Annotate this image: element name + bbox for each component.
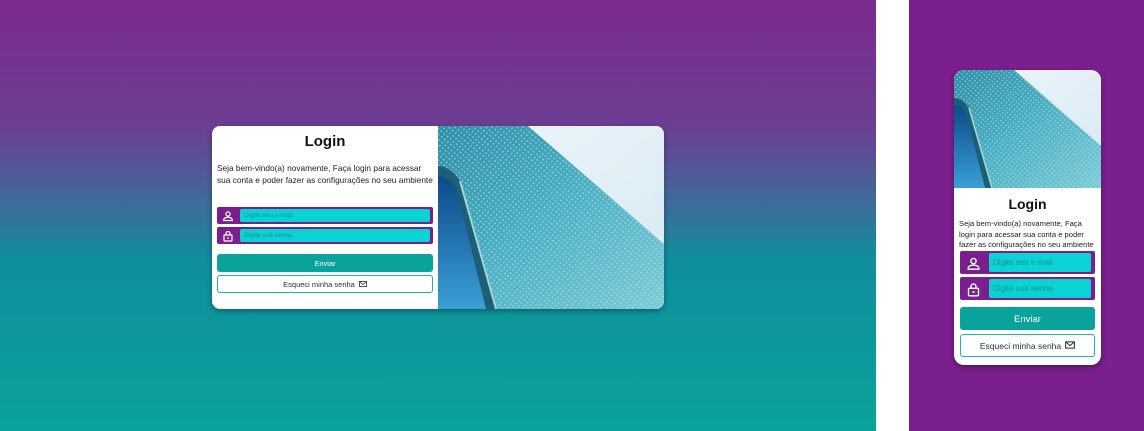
password-field-group (960, 277, 1095, 300)
login-form-mobile: Login Seja bem-vindo(a) novamente, Faça … (954, 188, 1101, 365)
password-field[interactable] (989, 279, 1091, 298)
intro-text: Seja bem-vindo(a) novamente, Faça login … (217, 163, 433, 185)
email-field[interactable] (989, 253, 1091, 272)
forgot-password-label: Esqueci minha senha (979, 340, 1062, 351)
login-form-desktop: Login Seja bem-vindo(a) novamente, Faça … (212, 126, 438, 309)
page-title: Login (304, 133, 346, 150)
forgot-password-label: Esqueci minha senha (283, 279, 355, 289)
email-field[interactable] (240, 209, 430, 222)
password-field[interactable] (240, 229, 430, 242)
mail-icon (358, 280, 367, 289)
building-photo (954, 70, 1101, 188)
lock-icon (964, 280, 982, 298)
page-title: Login (1008, 196, 1047, 212)
login-card-desktop: Login Seja bem-vindo(a) novamente, Faça … (212, 126, 664, 309)
email-field-group (217, 207, 433, 224)
lock-icon (220, 228, 235, 243)
building-photo (438, 126, 664, 309)
submit-button[interactable]: Enviar (217, 254, 433, 272)
forgot-password-button[interactable]: Esqueci minha senha (960, 334, 1095, 357)
intro-text: Seja bem-vindo(a) novamente, Faça login … (959, 219, 1094, 249)
login-card-mobile: Login Seja bem-vindo(a) novamente, Faça … (954, 70, 1101, 365)
user-icon (964, 254, 982, 272)
email-field-group (960, 251, 1095, 274)
mail-icon (1065, 340, 1076, 351)
forgot-password-button[interactable]: Esqueci minha senha (217, 275, 433, 293)
submit-button[interactable]: Enviar (960, 307, 1095, 330)
user-icon (220, 208, 235, 223)
password-field-group (217, 227, 433, 244)
